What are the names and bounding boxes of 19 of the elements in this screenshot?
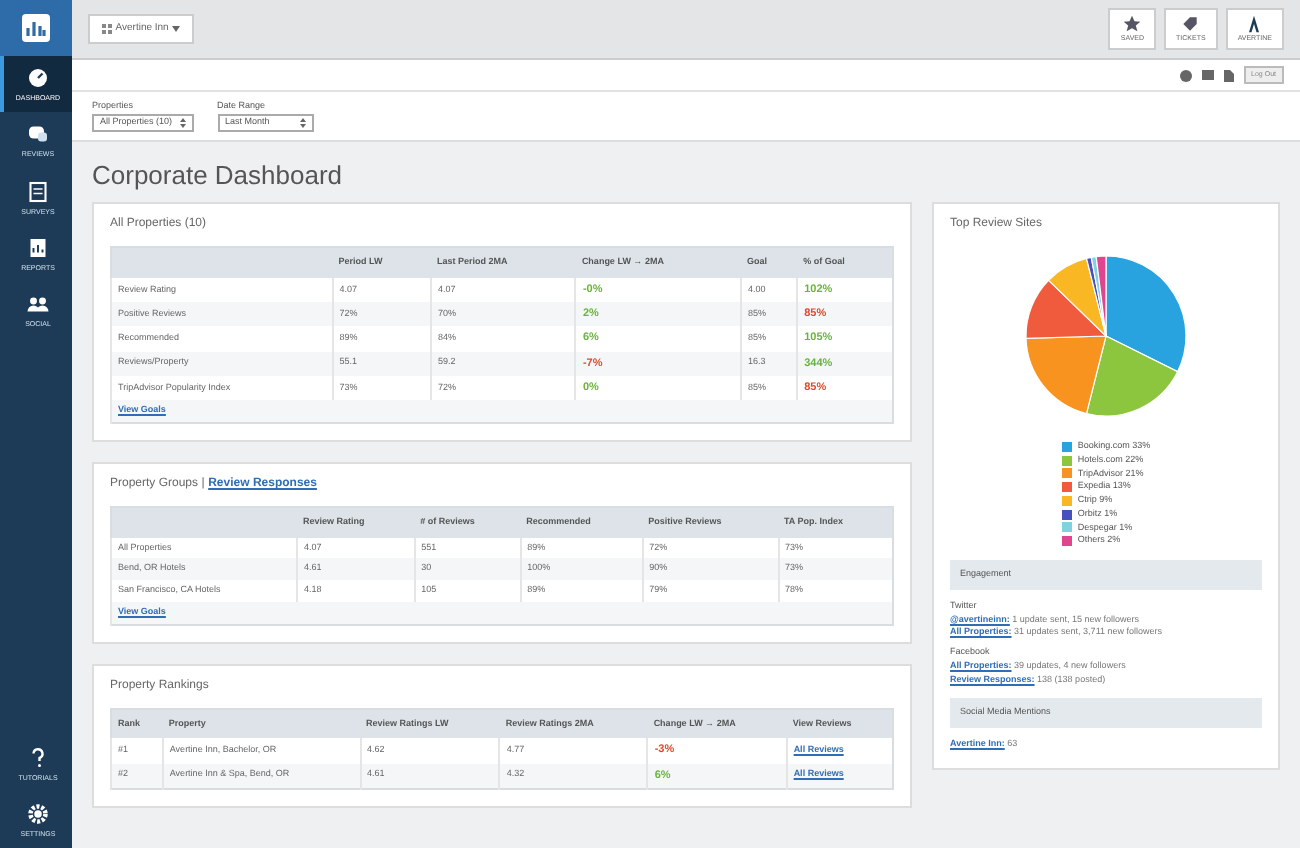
grid-icon (102, 24, 112, 34)
speedometer-icon (26, 66, 50, 90)
clipboard-icon (26, 179, 50, 203)
caret-icon (172, 26, 181, 32)
speech-bubbles-icon (26, 122, 50, 147)
tag-icon (1180, 13, 1201, 34)
chart-icon (26, 235, 50, 260)
caret-icon (179, 117, 186, 128)
settings-icon (26, 801, 50, 826)
star-icon (1122, 13, 1143, 34)
legend-swatch (1061, 441, 1072, 452)
caret-icon (299, 117, 306, 128)
help-icon (26, 745, 50, 769)
legend-swatch (1061, 536, 1072, 547)
page-title: Corporate Dashboard (92, 159, 345, 191)
logo-icon (1244, 13, 1265, 34)
document-icon[interactable] (1223, 69, 1234, 81)
people-icon (26, 292, 50, 316)
bar-chart-icon[interactable] (22, 14, 50, 42)
